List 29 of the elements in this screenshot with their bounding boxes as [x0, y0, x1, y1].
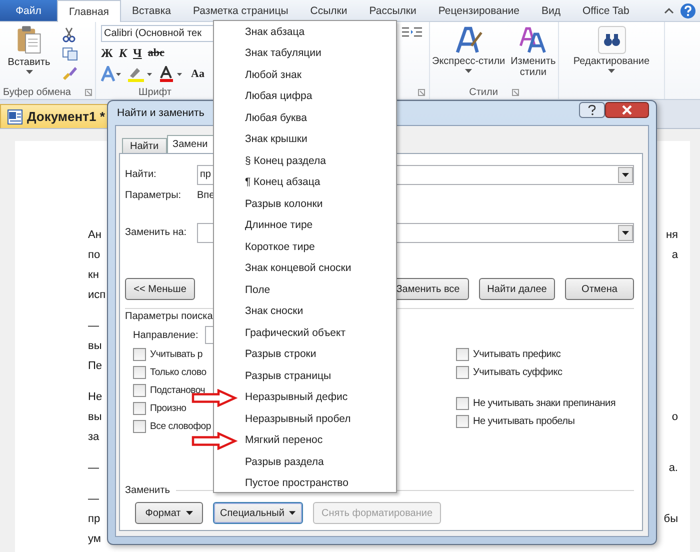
document-text: вы: [88, 340, 102, 354]
group-label: Буфер обмена: [3, 86, 71, 98]
document-text: исп: [88, 289, 106, 303]
field-label: Параметры:: [125, 190, 182, 200]
document-text: —: [88, 462, 99, 476]
field-label: Направление:: [133, 330, 198, 340]
document-text: а.: [668, 462, 678, 476]
document-text: Ан: [88, 229, 102, 243]
document-text: Не: [88, 391, 102, 405]
document-text: —: [88, 320, 99, 334]
document-text: —: [88, 493, 99, 507]
document-text: по: [88, 249, 100, 263]
group-label: Стили: [469, 86, 498, 98]
document-text: бы: [664, 513, 678, 527]
document-text: кн: [88, 269, 99, 283]
field-label: Заменить на:: [125, 227, 188, 238]
section-label: Параметры поиска: [125, 311, 213, 322]
document-text: Пе: [88, 360, 102, 374]
document-text: за: [88, 431, 100, 445]
section-label: Заменить: [125, 485, 170, 496]
dialog-title: Найти и заменить: [117, 107, 204, 119]
document-text: ня: [666, 229, 678, 243]
field-label: Найти:: [125, 169, 158, 180]
group-label: Шрифт: [138, 86, 172, 98]
document-text: пр: [88, 513, 100, 527]
document-text: ум: [88, 533, 101, 547]
document-text: о: [672, 411, 678, 425]
document-text: а: [672, 249, 678, 263]
document-text: вы: [88, 411, 102, 425]
